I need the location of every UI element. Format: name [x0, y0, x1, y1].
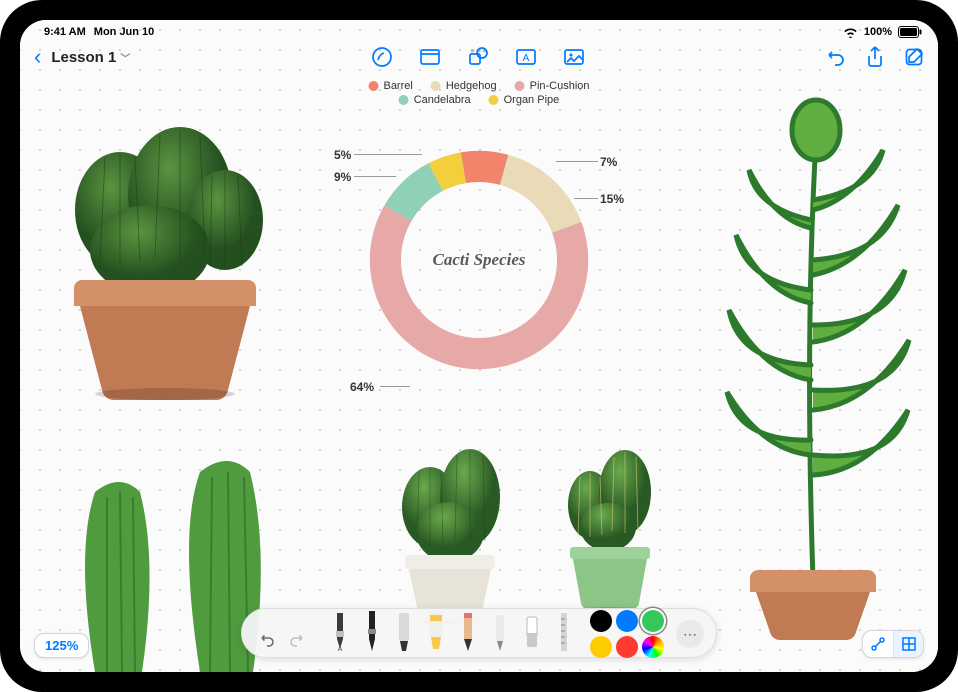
grid-mode-button[interactable] — [893, 631, 923, 657]
undo-button[interactable] — [824, 47, 846, 67]
status-bar: 9:41 AM Mon Jun 10 100% — [20, 20, 938, 40]
app-toolbar: ‹ Lesson 1 ﹀ A — [20, 40, 938, 74]
connector-mode-button[interactable] — [863, 631, 893, 657]
color-green[interactable] — [642, 610, 664, 632]
color-blue[interactable] — [616, 610, 638, 632]
battery-icon — [898, 26, 922, 38]
compose-button[interactable] — [904, 47, 924, 67]
color-black[interactable] — [590, 610, 612, 632]
cactus-small-photo-1[interactable] — [375, 437, 525, 627]
dock-more-button[interactable]: ⋯ — [676, 620, 704, 648]
svg-text:A: A — [338, 646, 343, 653]
pct-label-5: 5% — [334, 148, 351, 162]
cactus-small-photo-2[interactable] — [540, 437, 680, 617]
tool-highlighter[interactable] — [425, 611, 447, 653]
shapes-button[interactable] — [467, 46, 489, 68]
zoom-level-button[interactable]: 125% — [34, 633, 89, 658]
chart-legend: Barrel Hedgehog Pin-Cushion Candelabra O… — [368, 80, 589, 108]
svg-text:A: A — [523, 53, 530, 64]
tool-eraser[interactable] — [521, 611, 543, 653]
donut-chart[interactable]: Cacti Species — [349, 130, 609, 390]
tool-crayon[interactable] — [489, 611, 511, 653]
sticky-note-button[interactable] — [419, 47, 441, 67]
tool-pencil[interactable] — [457, 611, 479, 653]
wifi-icon — [843, 27, 858, 38]
back-button[interactable]: ‹ — [34, 46, 41, 68]
tool-ruler[interactable] — [553, 611, 575, 653]
dock-redo-button[interactable] — [284, 627, 310, 653]
color-red[interactable] — [616, 636, 638, 658]
legend-item: Organ Pipe — [489, 94, 560, 106]
color-picker[interactable] — [642, 636, 664, 658]
status-time: 9:41 AM — [44, 26, 86, 38]
tool-pen-text[interactable]: A — [329, 611, 351, 653]
chevron-down-icon: ﹀ — [120, 50, 130, 65]
drawing-tool-dock: A ⋯ — [241, 608, 717, 658]
status-date: Mon Jun 10 — [94, 26, 155, 38]
pct-label-64: 64% — [350, 380, 374, 394]
share-button[interactable] — [866, 46, 884, 68]
tool-pen-fine[interactable] — [361, 611, 383, 653]
legend-item: Barrel — [368, 80, 412, 92]
legend-item: Pin-Cushion — [515, 80, 590, 92]
document-title-menu[interactable]: Lesson 1 ﹀ — [51, 49, 130, 66]
draw-tool-button[interactable] — [371, 46, 393, 68]
pct-label-7: 7% — [600, 155, 617, 169]
legend-item: Hedgehog — [431, 80, 497, 92]
cactus-tall-drawing[interactable] — [708, 80, 918, 640]
dock-undo-button[interactable] — [254, 627, 280, 653]
pct-label-9: 9% — [334, 170, 351, 184]
chart-title: Cacti Species — [349, 130, 609, 390]
view-toggle — [862, 630, 924, 658]
color-palette — [590, 610, 664, 658]
cactus-barrel-photo[interactable] — [50, 90, 280, 400]
media-button[interactable] — [563, 47, 587, 67]
legend-item: Candelabra — [399, 94, 471, 106]
document-title: Lesson 1 — [51, 49, 116, 66]
color-yellow[interactable] — [590, 636, 612, 658]
tool-marker[interactable] — [393, 611, 415, 653]
pct-label-15: 15% — [600, 192, 624, 206]
text-box-button[interactable]: A — [515, 47, 537, 67]
battery-percent: 100% — [864, 26, 892, 38]
